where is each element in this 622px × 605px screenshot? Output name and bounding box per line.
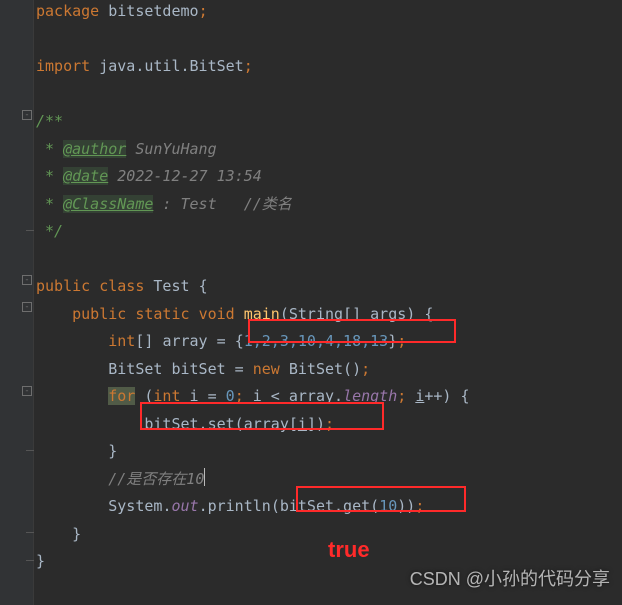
import-path: java.util.BitSet: [99, 57, 244, 75]
class-system: System: [108, 497, 162, 515]
text-cursor: [204, 468, 205, 486]
fold-toggle[interactable]: -: [22, 302, 32, 312]
comment-exists: //是否存在10: [108, 470, 204, 488]
keyword-void: void: [199, 305, 235, 323]
type-bitset: BitSet: [108, 360, 162, 378]
javadoc-open: /**: [36, 112, 63, 130]
class-name: Test: [153, 277, 189, 295]
keyword-static: static: [135, 305, 189, 323]
fold-toggle[interactable]: -: [22, 110, 32, 120]
editor-gutter: - - - -: [0, 0, 34, 605]
var-bitset: bitSet: [171, 360, 225, 378]
package-name: bitsetdemo: [108, 2, 198, 20]
method-main: main: [244, 305, 280, 323]
fold-end: [26, 560, 34, 561]
field-out: out: [171, 497, 198, 515]
literal-ten: 10: [379, 497, 397, 515]
keyword-public: public: [36, 277, 90, 295]
fold-toggle[interactable]: -: [22, 275, 32, 285]
fold-end: [26, 450, 34, 451]
javadoc-author: SunYuHang: [126, 140, 216, 158]
output-result: true: [328, 536, 370, 564]
javadoc-close: */: [36, 222, 63, 240]
keyword-for: for: [108, 387, 135, 405]
array-literal: 1,2,3,10,4,18,13: [244, 332, 389, 350]
javadoc-classname-tag: @ClassName: [63, 195, 153, 213]
keyword-package: package: [36, 2, 99, 20]
watermark: CSDN @小孙的代码分享: [410, 566, 610, 594]
var-i: i: [190, 387, 199, 405]
code-content[interactable]: package bitsetdemo; import java.util.Bit…: [36, 0, 622, 576]
javadoc-date-tag: @date: [63, 167, 108, 185]
keyword-new: new: [253, 360, 280, 378]
fold-end: [26, 532, 34, 533]
keyword-int: int: [108, 332, 135, 350]
keyword-class: class: [99, 277, 144, 295]
var-array: array: [162, 332, 207, 350]
javadoc-author-tag: @author: [63, 140, 126, 158]
keyword-import: import: [36, 57, 90, 75]
fold-end: [26, 230, 34, 231]
javadoc-classname: Test: [181, 195, 217, 213]
javadoc-date: 2022-12-27 13:54: [108, 167, 262, 185]
field-length: length: [343, 387, 397, 405]
method-println: println: [208, 497, 271, 515]
fold-toggle[interactable]: -: [22, 386, 32, 396]
call-bitset-set: bitSet.set(array[: [144, 415, 298, 433]
